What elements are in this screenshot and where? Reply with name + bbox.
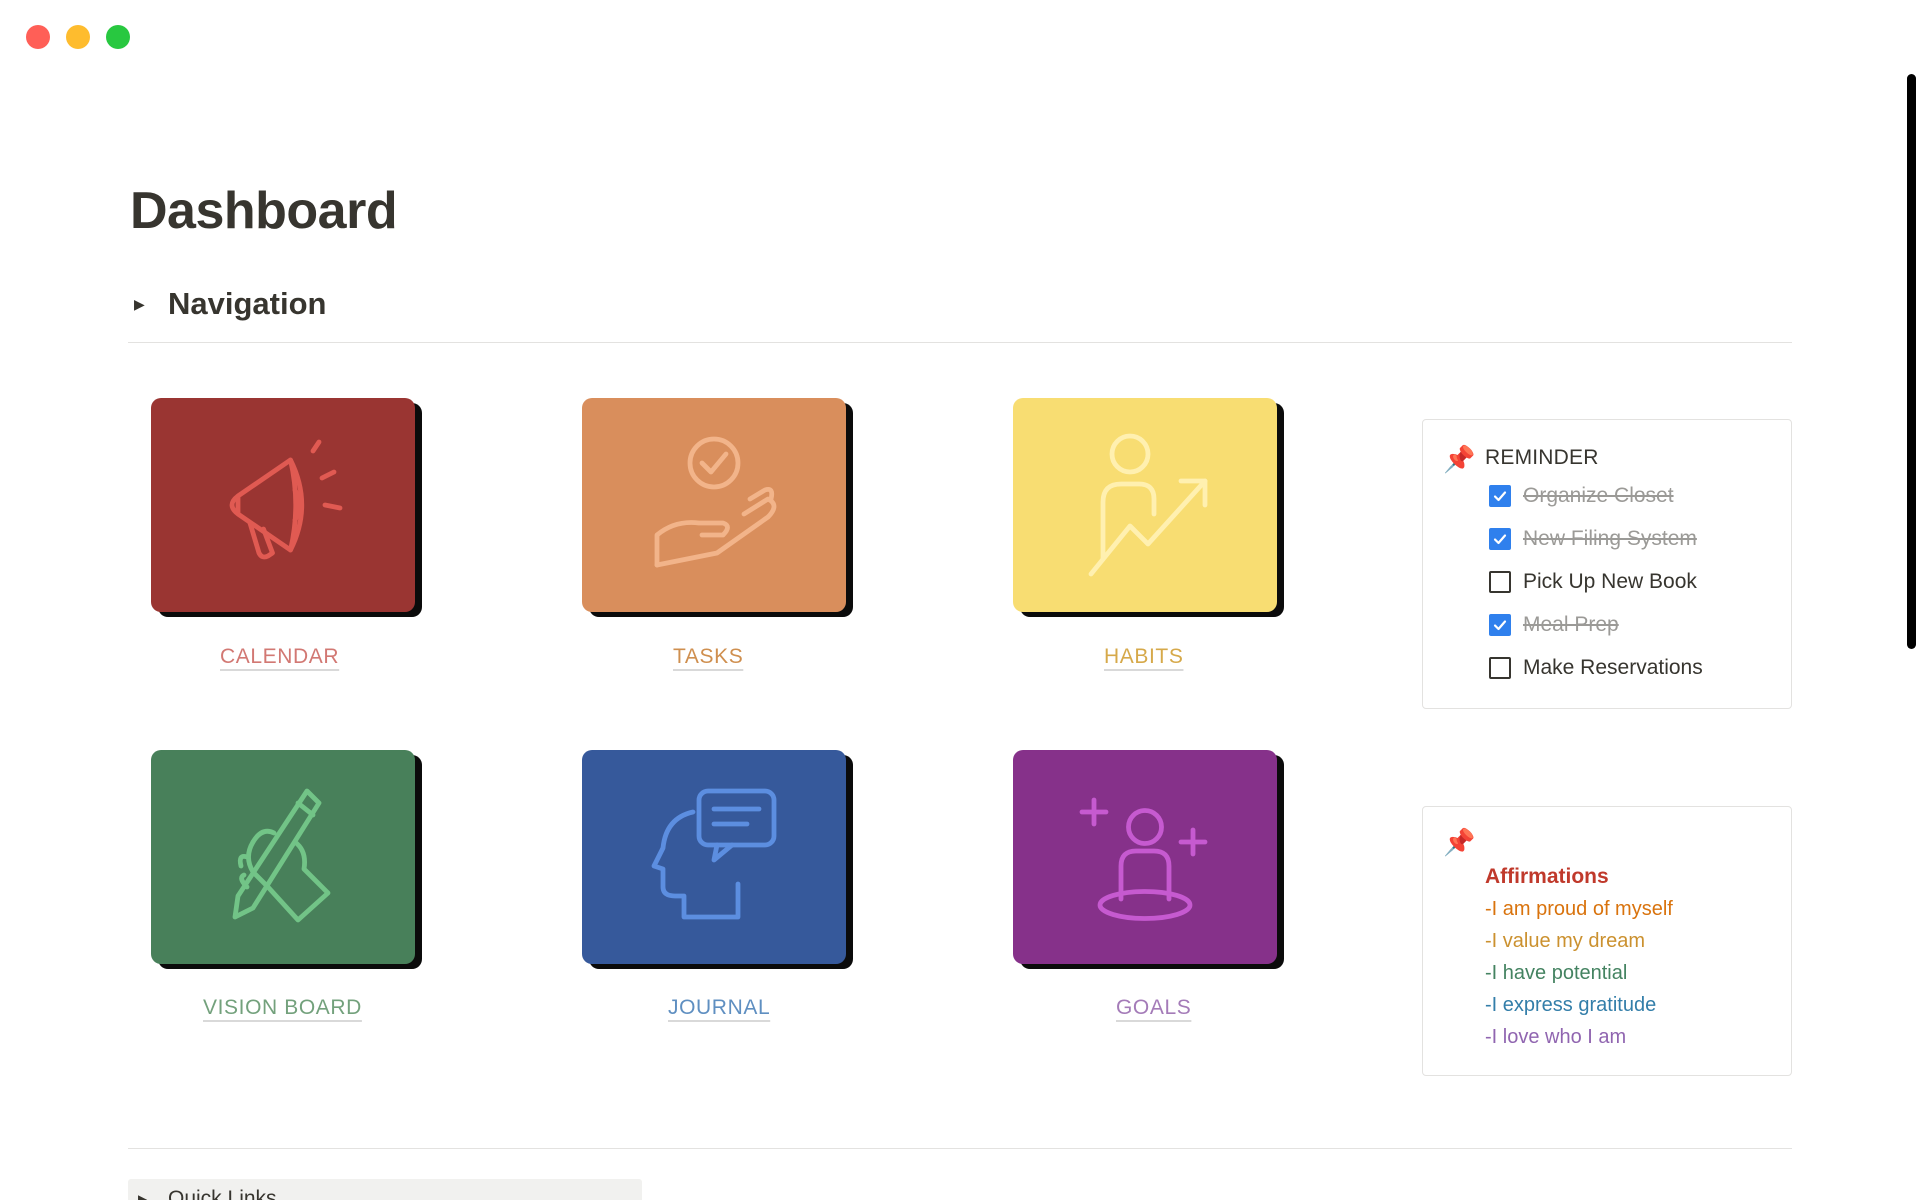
page-title: Dashboard: [130, 182, 398, 240]
person-stars-icon: [1079, 797, 1208, 921]
reminder-callout: 📌 REMINDER Organize Closet New Filing Sy…: [1422, 419, 1792, 709]
minimize-window-button[interactable]: [66, 25, 90, 49]
zoom-window-button[interactable]: [106, 25, 130, 49]
todo-text: Meal Prep: [1523, 613, 1619, 636]
section-divider: [128, 1148, 1792, 1149]
todo-item[interactable]: Organize Closet: [1489, 484, 1674, 508]
affirmations-title: Affirmations: [1485, 865, 1609, 888]
todo-checkbox[interactable]: [1489, 528, 1511, 550]
affirmation-line: -I love who I am: [1485, 1026, 1627, 1048]
reminder-title: REMINDER: [1485, 446, 1599, 469]
calendar-tile[interactable]: [151, 398, 415, 612]
navigation-toggle[interactable]: ▶ Navigation: [134, 286, 326, 322]
navigation-heading: Navigation: [168, 286, 327, 321]
todo-text: Pick Up New Book: [1523, 570, 1697, 593]
megaphone-icon: [229, 439, 343, 560]
toggle-triangle-icon[interactable]: ▶: [138, 1192, 154, 1200]
quick-links-label: Quick Links: [168, 1187, 277, 1200]
affirmation-line: -I am proud of myself: [1485, 898, 1673, 920]
hand-pencil-icon: [232, 788, 331, 923]
todo-text: Make Reservations: [1523, 656, 1703, 679]
pushpin-icon: 📌: [1443, 827, 1476, 857]
calendar-link[interactable]: CALENDAR: [220, 645, 339, 669]
todo-checkbox[interactable]: [1489, 571, 1511, 593]
tasks-tile[interactable]: [582, 398, 846, 612]
goals-tile[interactable]: [1013, 750, 1277, 964]
quick-links-toggle[interactable]: ▶ Quick Links: [128, 1179, 642, 1200]
pushpin-icon: 📌: [1443, 444, 1476, 474]
todo-item[interactable]: Meal Prep: [1489, 613, 1619, 637]
vision-board-tile[interactable]: [151, 750, 415, 964]
todo-item[interactable]: Make Reservations: [1489, 656, 1703, 680]
todo-checkbox[interactable]: [1489, 657, 1511, 679]
todo-text: Organize Closet: [1523, 484, 1674, 507]
navigation-divider: [128, 342, 1792, 343]
journal-link[interactable]: JOURNAL: [668, 996, 770, 1020]
checkmark-icon: [1493, 491, 1507, 502]
vertical-scrollbar[interactable]: [1907, 74, 1916, 649]
checkmark-icon: [1493, 620, 1507, 631]
tasks-link[interactable]: TASKS: [673, 645, 743, 669]
affirmation-line: -I have potential: [1485, 962, 1628, 984]
todo-item[interactable]: New Filing System: [1489, 527, 1697, 551]
goals-link[interactable]: GOALS: [1116, 996, 1191, 1020]
todo-item[interactable]: Pick Up New Book: [1489, 570, 1697, 594]
habits-link[interactable]: HABITS: [1104, 645, 1183, 669]
hand-check-icon: [654, 436, 777, 568]
journal-tile[interactable]: [582, 750, 846, 964]
vision-board-link[interactable]: VISION BOARD: [203, 996, 362, 1020]
close-window-button[interactable]: [26, 25, 50, 49]
todo-text: New Filing System: [1523, 527, 1697, 550]
affirmation-line: -I express gratitude: [1485, 994, 1657, 1016]
todo-checkbox[interactable]: [1489, 485, 1511, 507]
head-chat-icon: [651, 788, 777, 920]
toggle-triangle-icon[interactable]: ▶: [134, 296, 150, 313]
window-controls: [26, 25, 130, 49]
checkmark-icon: [1493, 534, 1507, 545]
affirmations-callout: 📌 Affirmations -I am proud of myself -I …: [1422, 806, 1792, 1076]
person-growth-icon: [1088, 433, 1208, 577]
habits-tile[interactable]: [1013, 398, 1277, 612]
todo-checkbox[interactable]: [1489, 614, 1511, 636]
affirmation-line: -I value my dream: [1485, 930, 1646, 952]
